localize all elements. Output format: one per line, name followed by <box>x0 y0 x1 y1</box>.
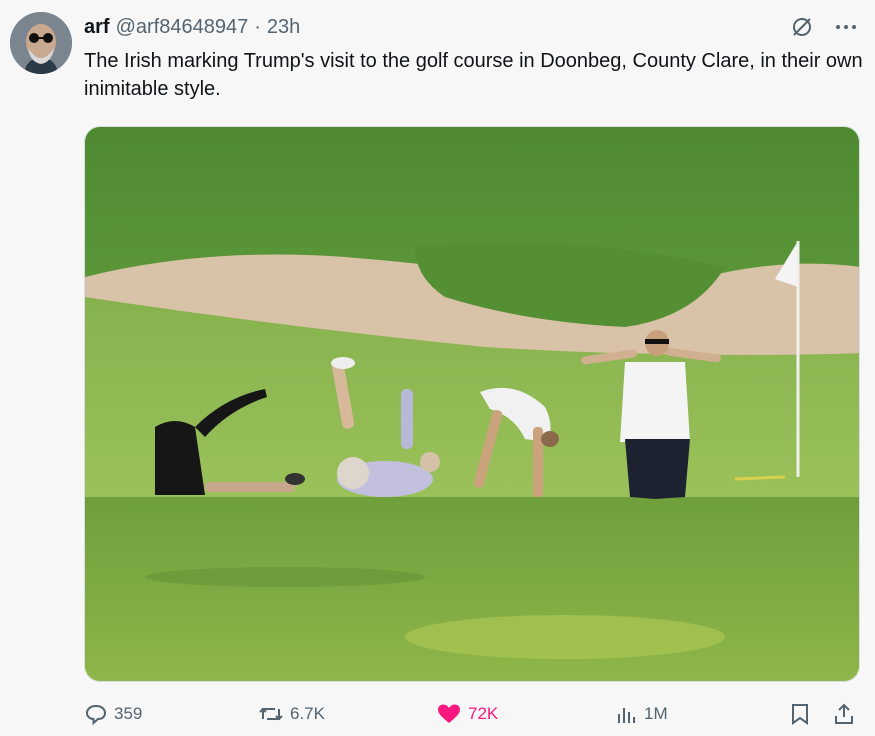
bookmark-icon <box>789 702 811 726</box>
share-icon <box>832 702 856 726</box>
tweet-action-bar: 359 6.7K 72K 1M <box>84 702 860 732</box>
views-icon <box>614 702 638 726</box>
timestamp[interactable]: 23h <box>267 16 300 39</box>
user-handle[interactable]: @arf84648947 <box>116 16 249 39</box>
repost-icon <box>258 702 284 726</box>
bookmark-button[interactable] <box>789 702 811 726</box>
like-button[interactable]: 72K <box>436 702 498 726</box>
heart-icon <box>436 702 462 726</box>
display-name[interactable]: arf <box>84 16 110 39</box>
tweet-top-actions <box>789 14 859 40</box>
reply-count: 359 <box>114 704 143 723</box>
more-icon[interactable] <box>833 14 859 40</box>
tweet-header: arf @arf84648947 · 23h <box>84 16 300 39</box>
views-button[interactable]: 1M <box>614 702 668 726</box>
separator-dot: · <box>254 16 261 38</box>
tweet-text: The Irish marking Trump's visit to the g… <box>84 50 863 100</box>
repost-count: 6.7K <box>290 704 325 723</box>
reply-button[interactable]: 359 <box>84 702 142 726</box>
grok-icon[interactable] <box>789 14 815 40</box>
avatar[interactable] <box>10 12 72 74</box>
view-count: 1M <box>644 704 668 723</box>
reply-icon <box>84 702 108 726</box>
like-count: 72K <box>468 704 499 723</box>
repost-button[interactable]: 6.7K <box>258 702 325 726</box>
tweet-media-image[interactable] <box>84 126 860 682</box>
share-button[interactable] <box>832 702 856 726</box>
